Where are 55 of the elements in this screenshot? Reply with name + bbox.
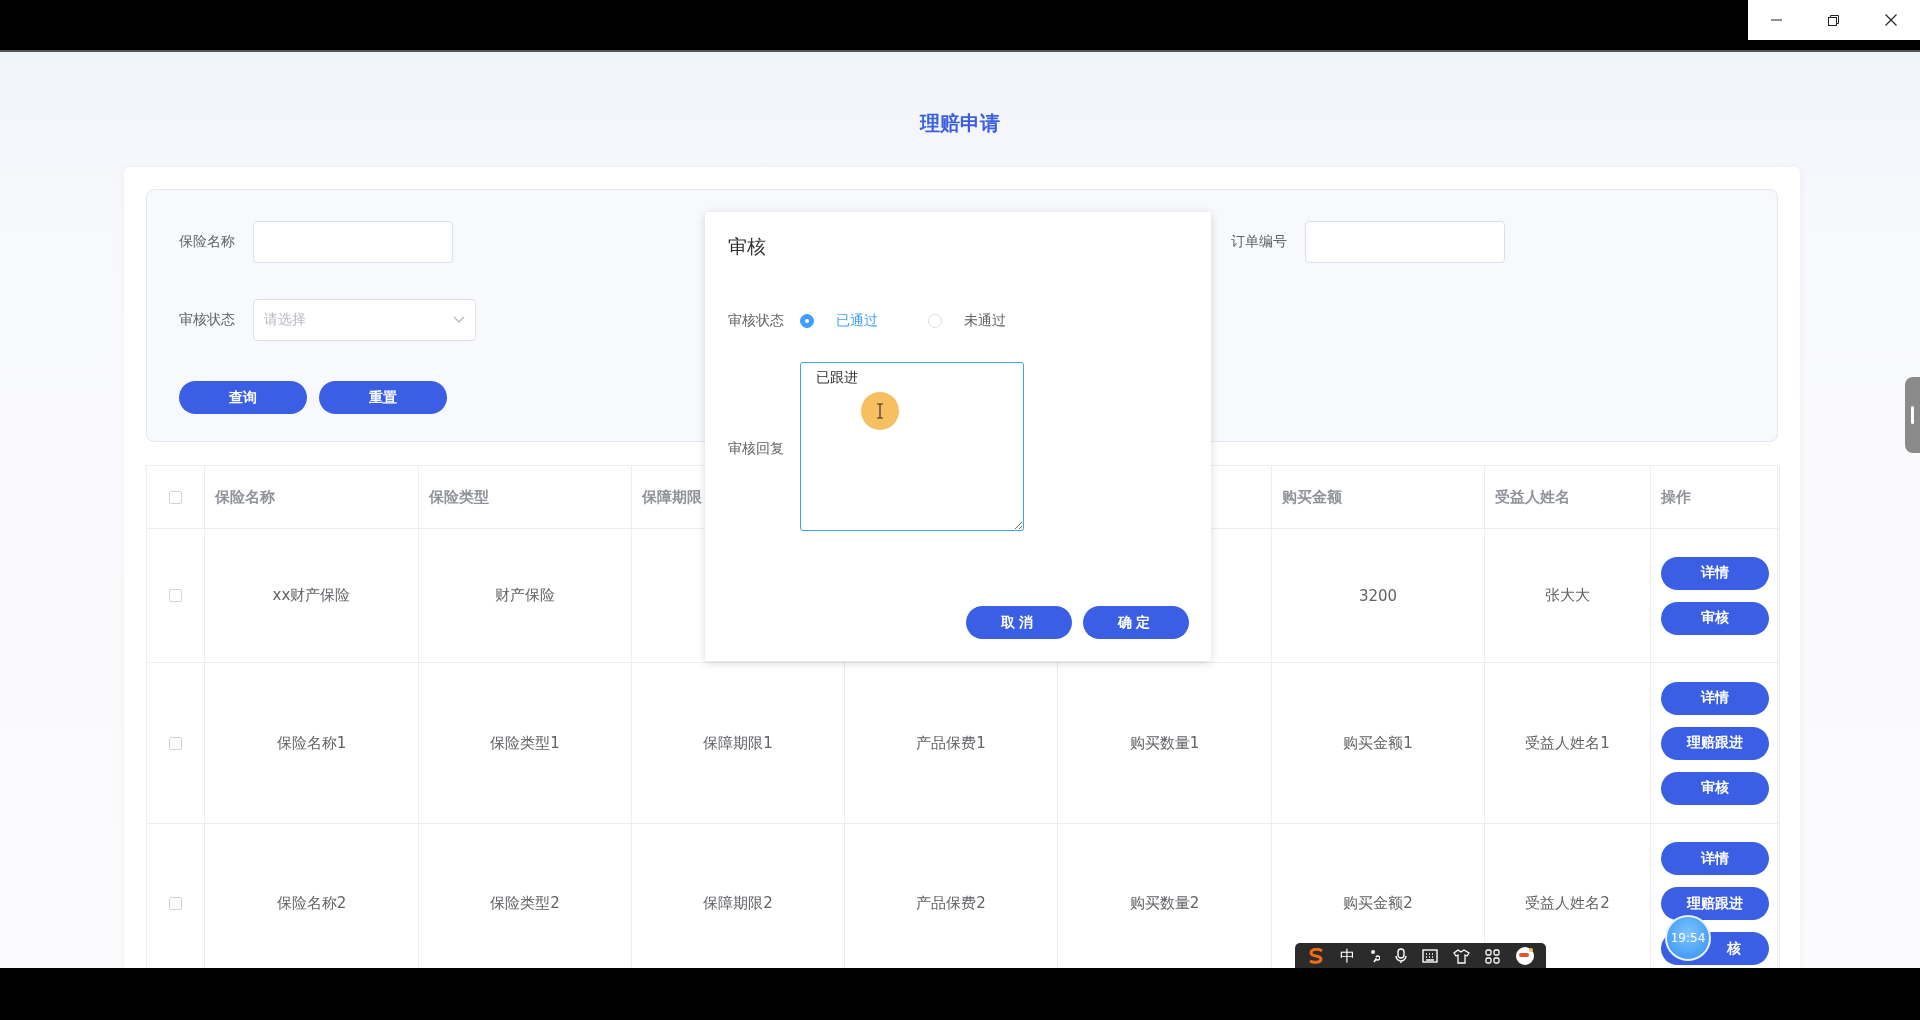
field-label: 订单编号 bbox=[1231, 233, 1288, 251]
microphone-icon[interactable] bbox=[1394, 948, 1407, 964]
table-cell: 受益人姓名1 bbox=[1485, 663, 1651, 824]
page-title: 理赔申请 bbox=[920, 110, 1000, 137]
column-header: 保险类型 bbox=[419, 466, 632, 529]
table-cell: 财产保险 bbox=[419, 529, 632, 663]
column-header: 购买金额 bbox=[1272, 466, 1485, 529]
field-label: 审核状态 bbox=[728, 312, 785, 330]
checkbox[interactable] bbox=[169, 490, 182, 504]
table-cell: 产品保费1 bbox=[845, 663, 1058, 824]
punctuation-icon[interactable] bbox=[1369, 949, 1380, 963]
action-button[interactable]: 详情 bbox=[1661, 681, 1769, 715]
action-button[interactable]: 审核 bbox=[1661, 771, 1769, 805]
input-mode[interactable]: 中 bbox=[1339, 946, 1355, 966]
reset-button[interactable]: 重置 bbox=[319, 381, 447, 414]
table-cell: 3200 bbox=[1272, 529, 1485, 663]
table-cell: 保险名称1 bbox=[205, 663, 419, 824]
text-field[interactable] bbox=[1305, 221, 1505, 263]
table-cell: 购买数量1 bbox=[1058, 663, 1272, 824]
chevron-down-icon bbox=[453, 316, 465, 324]
field-label: 审核状态 bbox=[179, 311, 236, 329]
query-button[interactable]: 查询 bbox=[179, 381, 307, 414]
close-icon[interactable] bbox=[1885, 14, 1897, 26]
side-handle[interactable] bbox=[1905, 377, 1920, 453]
table-cell: 张大大 bbox=[1485, 529, 1651, 663]
action-button[interactable]: 理赔跟进 bbox=[1661, 887, 1769, 920]
action-button[interactable]: 详情 bbox=[1661, 556, 1769, 590]
column-header: 保险名称 bbox=[205, 466, 419, 529]
radio-option[interactable]: 未通过 bbox=[928, 312, 1006, 330]
cancel-button[interactable]: 取消 bbox=[966, 606, 1072, 639]
mascot-icon[interactable] bbox=[1514, 946, 1535, 966]
field-label: 审核回复 bbox=[728, 439, 785, 458]
table-cell: 保险类型1 bbox=[419, 663, 632, 824]
grid-icon[interactable] bbox=[1484, 948, 1500, 964]
action-button[interactable]: 审核 bbox=[1661, 601, 1769, 635]
action-button[interactable]: 理赔跟进 bbox=[1661, 726, 1769, 760]
action-button[interactable]: 详情 bbox=[1661, 842, 1769, 875]
text-field[interactable] bbox=[253, 221, 453, 263]
reply-field[interactable]: 已跟进 bbox=[800, 362, 1024, 531]
field-label: 保险名称 bbox=[179, 233, 236, 251]
column-header: 操作 bbox=[1651, 466, 1780, 529]
restore-icon[interactable] bbox=[1828, 14, 1839, 26]
keyboard-icon[interactable] bbox=[1421, 949, 1438, 963]
checkbox[interactable] bbox=[169, 589, 182, 602]
table-cell: xx财产保险 bbox=[205, 529, 419, 663]
confirm-button[interactable]: 确定 bbox=[1083, 606, 1189, 639]
cursor-icon bbox=[860, 391, 900, 431]
checkbox[interactable] bbox=[169, 897, 182, 910]
shirt-icon[interactable] bbox=[1452, 948, 1470, 964]
radio-option[interactable]: 已通过 bbox=[800, 312, 878, 330]
table-cell: 保障期限1 bbox=[632, 663, 845, 824]
table-cell: 购买金额1 bbox=[1272, 663, 1485, 824]
dialog-title: 审核 bbox=[728, 234, 767, 259]
column-header: 受益人姓名 bbox=[1485, 466, 1651, 529]
checkbox[interactable] bbox=[169, 736, 182, 750]
